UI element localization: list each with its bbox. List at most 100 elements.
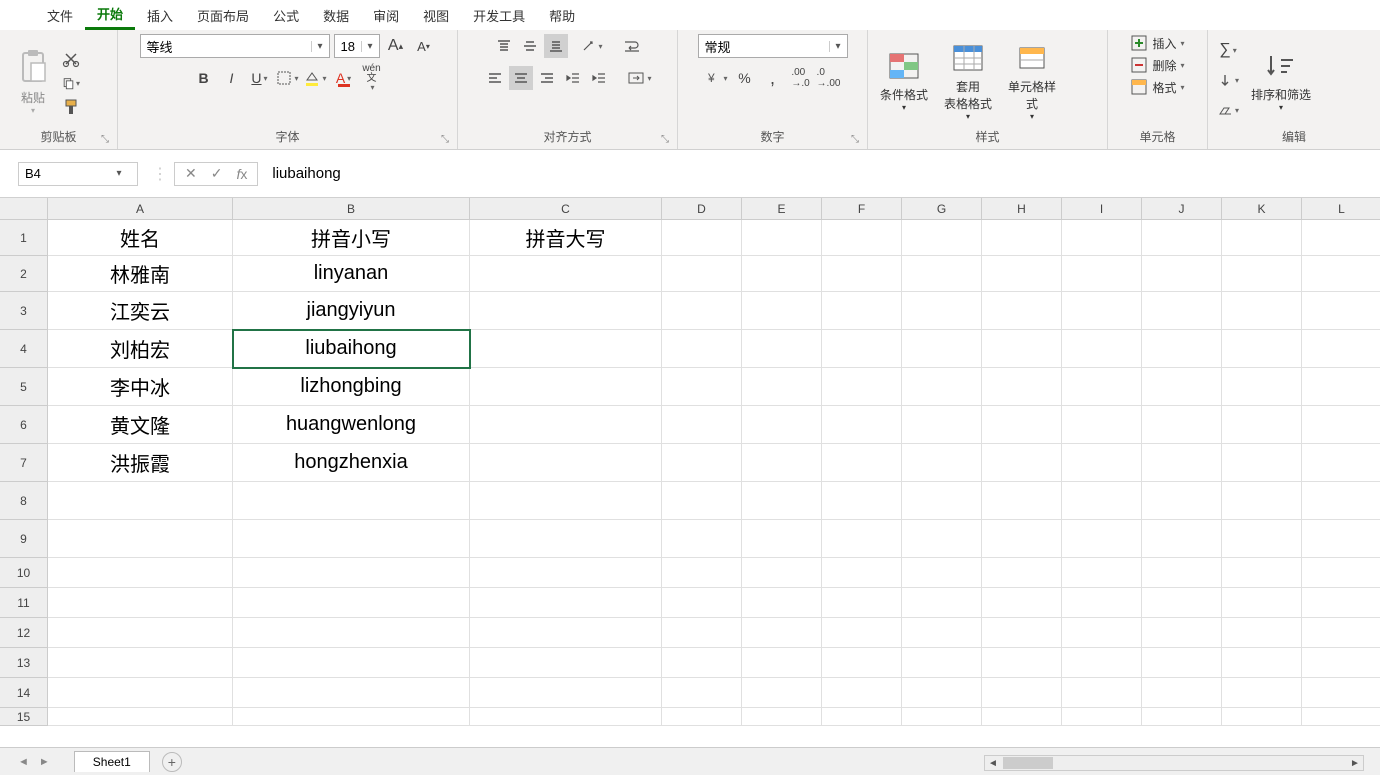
increase-decimal-button[interactable]: .00→.0 xyxy=(789,66,813,90)
cell-H5[interactable] xyxy=(982,368,1062,406)
cell-E6[interactable] xyxy=(742,406,822,444)
cell-A4[interactable]: 刘柏宏 xyxy=(48,330,233,368)
cell-B14[interactable] xyxy=(233,678,470,708)
cell-H8[interactable] xyxy=(982,482,1062,520)
menu-item-3[interactable]: 页面布局 xyxy=(185,2,261,29)
cell-B15[interactable] xyxy=(233,708,470,726)
cell-H13[interactable] xyxy=(982,648,1062,678)
delete-cells-button[interactable]: 删除▾ xyxy=(1130,56,1184,74)
cell-L11[interactable] xyxy=(1302,588,1380,618)
cell-K8[interactable] xyxy=(1222,482,1302,520)
cell-L6[interactable] xyxy=(1302,406,1380,444)
menu-item-2[interactable]: 插入 xyxy=(135,2,185,29)
cell-D15[interactable] xyxy=(662,708,742,726)
font-size-input[interactable] xyxy=(335,39,361,54)
cell-J15[interactable] xyxy=(1142,708,1222,726)
cell-F4[interactable] xyxy=(822,330,902,368)
font-size-combo[interactable]: ▾ xyxy=(334,34,380,58)
row-header-13[interactable]: 13 xyxy=(0,648,48,678)
col-header-I[interactable]: I xyxy=(1062,198,1142,220)
cell-B10[interactable] xyxy=(233,558,470,588)
cell-D14[interactable] xyxy=(662,678,742,708)
cell-B4[interactable]: liubaihong xyxy=(233,330,470,368)
fill-button[interactable]: ▾ xyxy=(1216,68,1240,92)
menu-item-1[interactable]: 开始 xyxy=(85,0,135,30)
cell-L3[interactable] xyxy=(1302,292,1380,330)
cell-H9[interactable] xyxy=(982,520,1062,558)
cell-K9[interactable] xyxy=(1222,520,1302,558)
cell-F1[interactable] xyxy=(822,220,902,256)
italic-button[interactable]: I xyxy=(220,66,244,90)
cell-C9[interactable] xyxy=(470,520,662,558)
sheet-tab[interactable]: Sheet1 xyxy=(74,751,150,772)
cell-F6[interactable] xyxy=(822,406,902,444)
cell-D3[interactable] xyxy=(662,292,742,330)
cell-C8[interactable] xyxy=(470,482,662,520)
cell-D13[interactable] xyxy=(662,648,742,678)
copy-button[interactable]: ▾ xyxy=(62,74,80,92)
cell-G8[interactable] xyxy=(902,482,982,520)
cell-E9[interactable] xyxy=(742,520,822,558)
fill-color-button[interactable]: ▾ xyxy=(304,66,328,90)
cell-G9[interactable] xyxy=(902,520,982,558)
select-all-corner[interactable] xyxy=(0,198,48,220)
spreadsheet-grid[interactable]: ABCDEFGHIJKL 123456789101112131415 姓名拼音小… xyxy=(0,198,1380,728)
font-color-button[interactable]: A▾ xyxy=(332,66,356,90)
add-sheet-button[interactable]: + xyxy=(162,752,182,772)
cell-H15[interactable] xyxy=(982,708,1062,726)
row-header-5[interactable]: 5 xyxy=(0,368,48,406)
cell-K2[interactable] xyxy=(1222,256,1302,292)
cell-F13[interactable] xyxy=(822,648,902,678)
cell-styles-button[interactable]: 单元格样式▾ xyxy=(1004,40,1060,121)
cell-E15[interactable] xyxy=(742,708,822,726)
cell-I13[interactable] xyxy=(1062,648,1142,678)
col-header-F[interactable]: F xyxy=(822,198,902,220)
cell-C6[interactable] xyxy=(470,406,662,444)
format-painter-button[interactable] xyxy=(62,98,80,116)
cell-H10[interactable] xyxy=(982,558,1062,588)
orientation-button[interactable]: ▾ xyxy=(580,34,604,58)
cell-A11[interactable] xyxy=(48,588,233,618)
row-header-15[interactable]: 15 xyxy=(0,708,48,726)
col-header-B[interactable]: B xyxy=(233,198,470,220)
cell-G7[interactable] xyxy=(902,444,982,482)
row-header-11[interactable]: 11 xyxy=(0,588,48,618)
cell-L13[interactable] xyxy=(1302,648,1380,678)
font-name-input[interactable] xyxy=(141,39,311,54)
cell-F10[interactable] xyxy=(822,558,902,588)
cell-G3[interactable] xyxy=(902,292,982,330)
wrap-text-button[interactable] xyxy=(620,34,644,58)
cell-A5[interactable]: 李中冰 xyxy=(48,368,233,406)
cell-D6[interactable] xyxy=(662,406,742,444)
menu-item-7[interactable]: 视图 xyxy=(411,2,461,29)
align-left-button[interactable] xyxy=(483,66,507,90)
cell-B5[interactable]: lizhongbing xyxy=(233,368,470,406)
increase-indent-button[interactable] xyxy=(587,66,611,90)
menu-item-8[interactable]: 开发工具 xyxy=(461,2,537,29)
menu-item-0[interactable]: 文件 xyxy=(35,2,85,29)
cell-L5[interactable] xyxy=(1302,368,1380,406)
row-header-3[interactable]: 3 xyxy=(0,292,48,330)
align-bottom-button[interactable] xyxy=(544,34,568,58)
cell-B12[interactable] xyxy=(233,618,470,648)
sort-filter-button[interactable]: 排序和筛选▾ xyxy=(1246,48,1316,112)
cell-C1[interactable]: 拼音大写 xyxy=(470,220,662,256)
insert-cells-button[interactable]: 插入▾ xyxy=(1130,34,1184,52)
cell-K7[interactable] xyxy=(1222,444,1302,482)
cell-G13[interactable] xyxy=(902,648,982,678)
cell-G12[interactable] xyxy=(902,618,982,648)
merge-button[interactable]: ▾ xyxy=(627,66,651,90)
cell-E1[interactable] xyxy=(742,220,822,256)
cell-J6[interactable] xyxy=(1142,406,1222,444)
cell-A7[interactable]: 洪振霞 xyxy=(48,444,233,482)
cell-L15[interactable] xyxy=(1302,708,1380,726)
cell-C7[interactable] xyxy=(470,444,662,482)
cell-K15[interactable] xyxy=(1222,708,1302,726)
format-table-button[interactable]: 套用 表格格式▾ xyxy=(940,40,996,121)
cell-K10[interactable] xyxy=(1222,558,1302,588)
col-header-E[interactable]: E xyxy=(742,198,822,220)
cell-L9[interactable] xyxy=(1302,520,1380,558)
cell-H1[interactable] xyxy=(982,220,1062,256)
cell-E3[interactable] xyxy=(742,292,822,330)
cell-E11[interactable] xyxy=(742,588,822,618)
